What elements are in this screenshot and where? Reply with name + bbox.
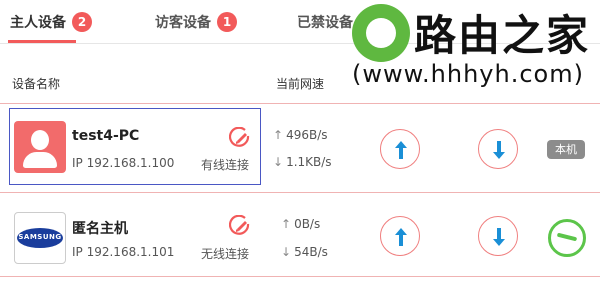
block-device-button[interactable] <box>548 219 586 257</box>
device-ip: IP 192.168.1.101 <box>72 245 175 259</box>
upload-speed: ↑ 0B/s <box>281 217 321 231</box>
tab-owner-devices-label: 主人设备 <box>10 15 66 31</box>
user-avatar-icon <box>14 121 66 173</box>
upload-limit-button[interactable] <box>380 129 420 169</box>
download-limit-button[interactable] <box>478 216 518 256</box>
tab-guest-devices[interactable]: 访客设备 1 <box>155 12 237 32</box>
tab-guest-devices-label: 访客设备 <box>155 15 211 31</box>
watermark-title: 路由之家 <box>414 11 591 60</box>
samsung-logo-icon: SAMSUNG <box>14 212 66 264</box>
download-limit-button[interactable] <box>478 129 518 169</box>
guest-count-badge: 1 <box>217 12 237 32</box>
download-speed: ↓ 54B/s <box>281 245 328 259</box>
header-divider <box>0 103 600 104</box>
this-device-badge: 本机 <box>547 140 585 159</box>
device-ip: IP 192.168.1.100 <box>72 156 175 170</box>
download-arrow-icon: ↓ <box>281 245 292 259</box>
watermark-url: (www.hhhyh.com) <box>352 60 584 88</box>
edit-name-icon[interactable] <box>228 214 251 237</box>
watermark-logo-icon <box>352 4 410 62</box>
device-connection-type: 无线连接 <box>201 247 250 261</box>
upload-arrow-icon: ↑ <box>281 217 292 231</box>
device-connection-type: 有线连接 <box>201 158 250 172</box>
owner-count-badge: 2 <box>72 12 92 32</box>
upload-arrow-icon: ↑ <box>273 128 284 142</box>
tab-owner-devices[interactable]: 主人设备 2 <box>10 12 92 32</box>
tab-blocked-devices-label: 已禁设备 <box>297 15 353 31</box>
column-header-name: 设备名称 <box>12 77 61 91</box>
upload-limit-button[interactable] <box>380 216 420 256</box>
device-name: test4-PC <box>72 128 140 144</box>
row-divider <box>0 276 600 277</box>
device-name: 匿名主机 <box>72 221 128 237</box>
upload-speed: ↑ 496B/s <box>273 128 328 142</box>
download-arrow-icon: ↓ <box>273 155 284 169</box>
column-header-speed: 当前网速 <box>276 77 325 91</box>
edit-name-icon[interactable] <box>228 126 251 149</box>
row-divider <box>0 192 600 193</box>
download-speed: ↓ 1.1KB/s <box>273 155 332 169</box>
tab-blocked-devices[interactable]: 已禁设备 <box>297 12 353 32</box>
